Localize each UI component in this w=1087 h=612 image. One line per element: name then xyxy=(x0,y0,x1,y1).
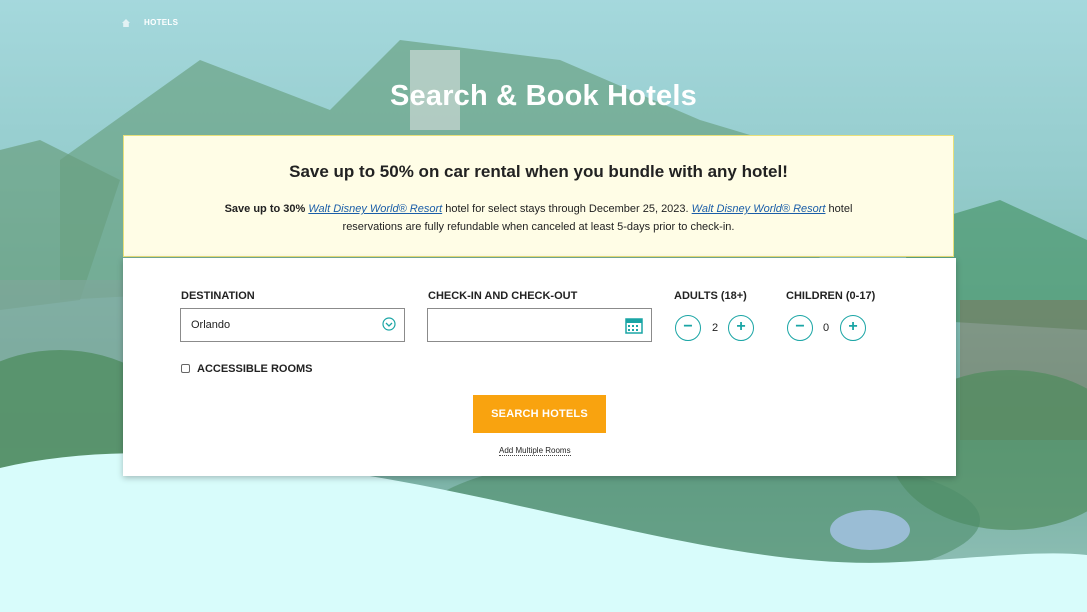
breadcrumb: HOTELS xyxy=(122,18,178,27)
promo-link-2[interactable]: Walt Disney World® Resort xyxy=(692,203,826,215)
adults-count: 2 xyxy=(711,322,719,334)
page-title: Search & Book Hotels xyxy=(390,80,697,112)
calendar-icon[interactable] xyxy=(625,316,643,334)
home-icon[interactable] xyxy=(122,18,130,27)
promo-text: Save up to 30% Walt Disney World® Resort… xyxy=(204,200,873,236)
promo-link-1[interactable]: Walt Disney World® Resort xyxy=(308,203,442,215)
adults-increment-button[interactable]: + xyxy=(728,315,754,341)
hotel-search-form: DESTINATION Orlando CHECK-IN AND CHECK-O… xyxy=(123,258,956,476)
promo-mid: hotel for select stays through December … xyxy=(445,203,689,215)
promo-banner: Save up to 50% on car rental when you bu… xyxy=(123,135,954,257)
promo-headline: Save up to 50% on car rental when you bu… xyxy=(289,162,788,181)
accessible-rooms-checkbox[interactable] xyxy=(181,364,190,373)
dates-label: CHECK-IN AND CHECK-OUT xyxy=(428,290,578,302)
destination-value: Orlando xyxy=(191,319,231,331)
children-increment-button[interactable]: + xyxy=(840,315,866,341)
search-hotels-button[interactable]: SEARCH HOTELS xyxy=(473,395,606,433)
destination-label: DESTINATION xyxy=(181,290,255,302)
dates-input[interactable] xyxy=(427,308,652,342)
promo-bold: Save up to 30% xyxy=(224,203,306,215)
breadcrumb-current[interactable]: HOTELS xyxy=(144,18,178,27)
children-count: 0 xyxy=(822,322,830,334)
children-decrement-button[interactable]: − xyxy=(787,315,813,341)
accessible-rooms-label[interactable]: ACCESSIBLE ROOMS xyxy=(197,363,313,375)
chevron-down-icon xyxy=(382,317,396,331)
destination-select[interactable]: Orlando xyxy=(180,308,405,342)
adults-decrement-button[interactable]: − xyxy=(675,315,701,341)
children-label: CHILDREN (0-17) xyxy=(786,290,876,302)
add-multiple-rooms-link[interactable]: Add Multiple Rooms xyxy=(499,446,571,456)
adults-label: ADULTS (18+) xyxy=(674,290,747,302)
